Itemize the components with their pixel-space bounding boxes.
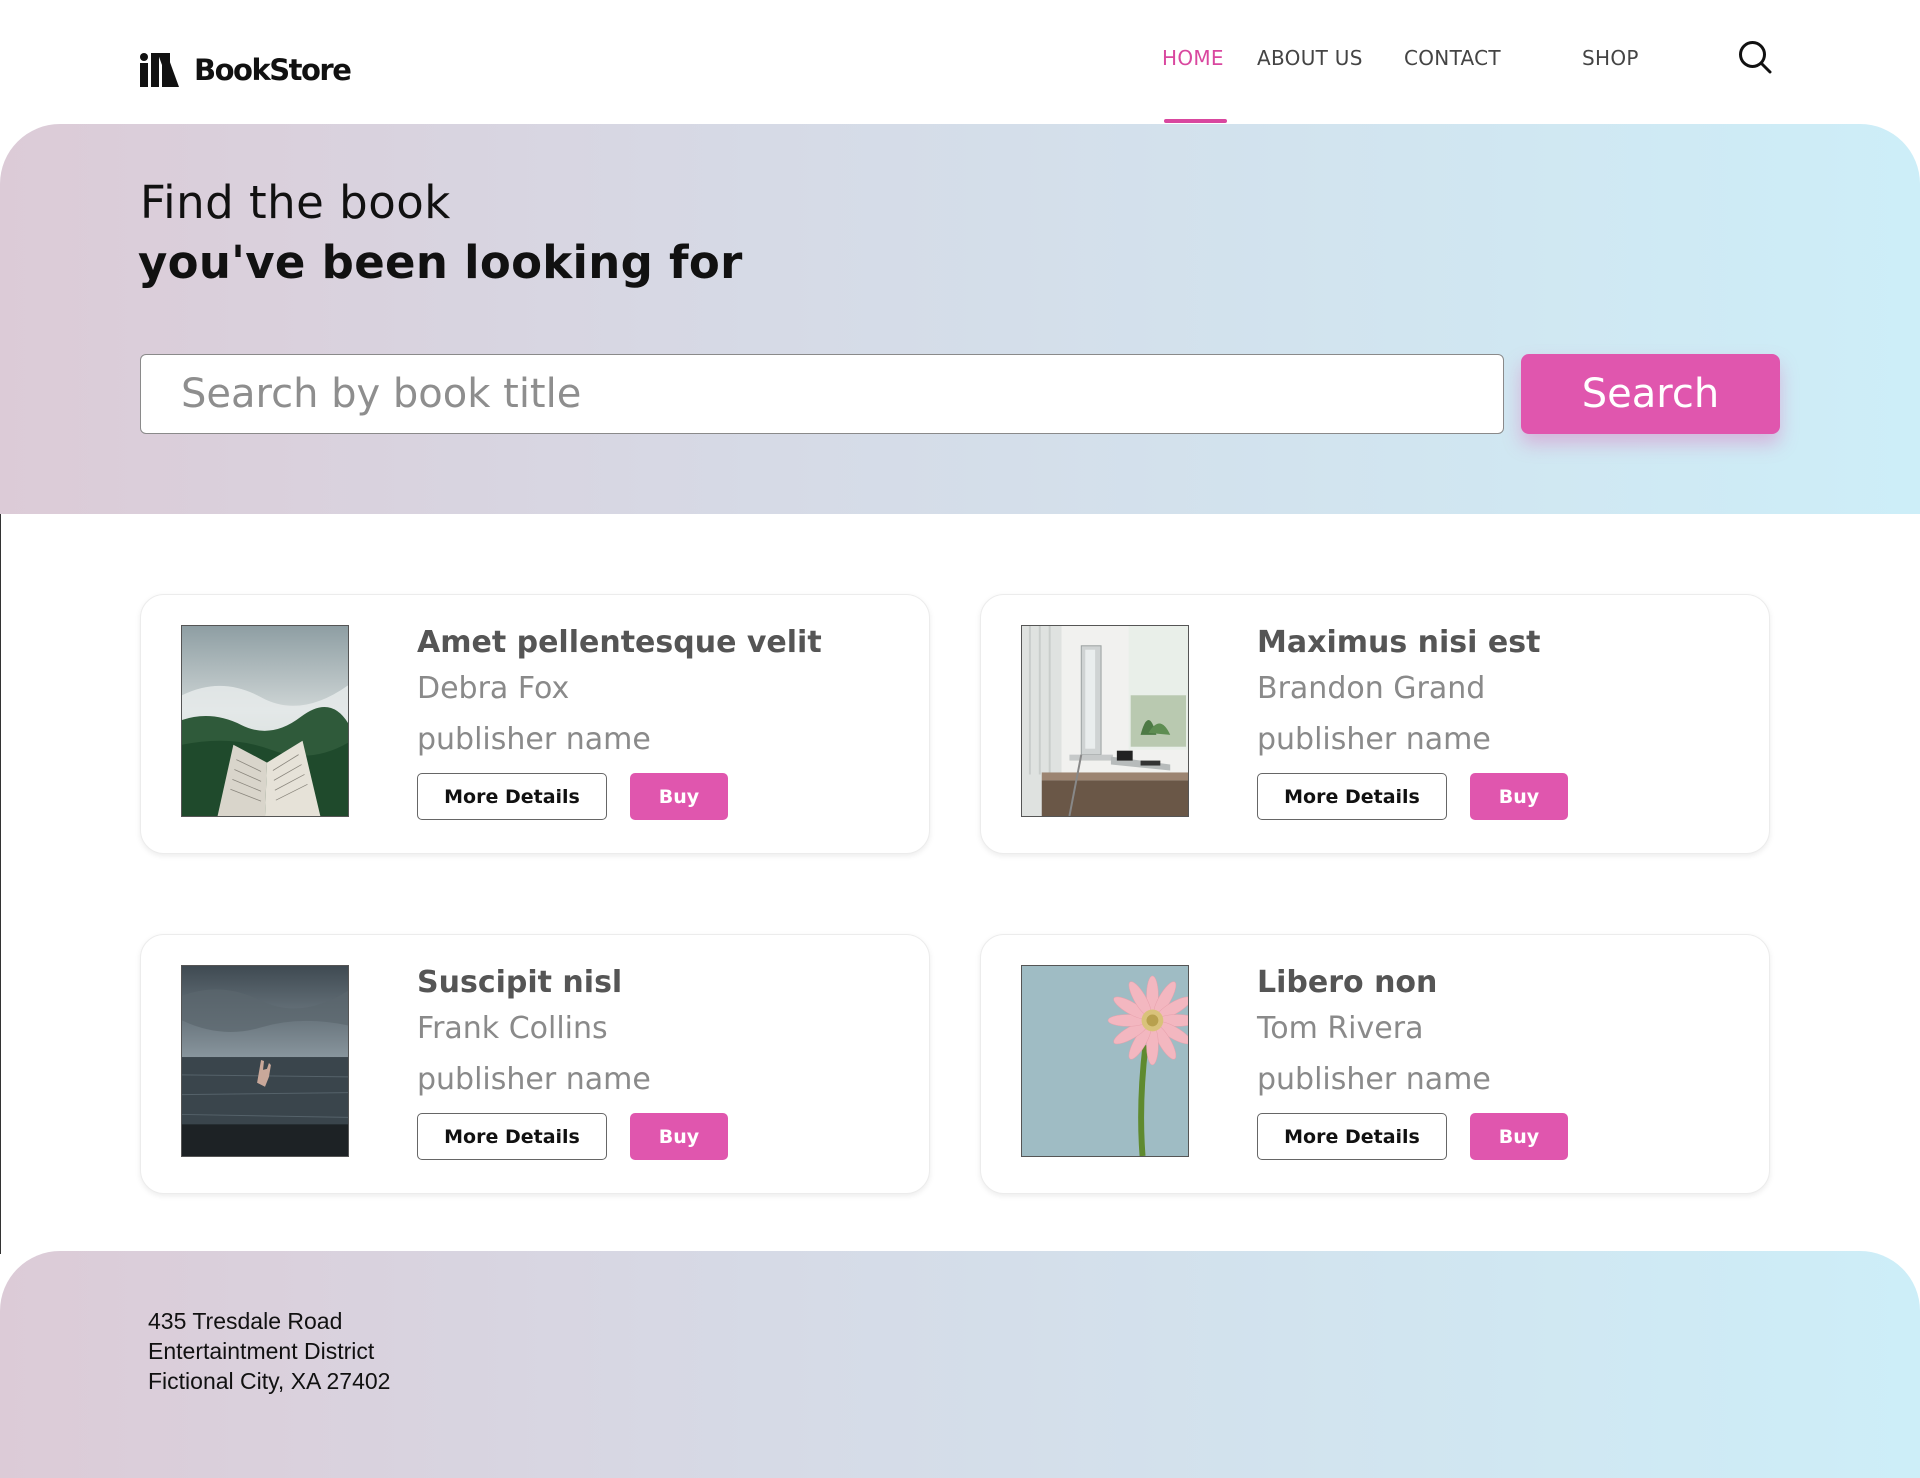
active-nav-indicator: [1164, 119, 1227, 123]
book-cover-image: [1021, 965, 1189, 1157]
more-details-button[interactable]: More Details: [417, 1113, 607, 1160]
book-card: Maximus nisi est Brandon Grand publisher…: [980, 594, 1770, 854]
book-card: Suscipit nisl Frank Collins publisher na…: [140, 934, 930, 1194]
buy-button[interactable]: Buy: [630, 773, 728, 820]
book-author: Debra Fox: [417, 671, 570, 706]
nav-shop[interactable]: SHOP: [1582, 46, 1639, 70]
buy-button[interactable]: Buy: [630, 1113, 728, 1160]
footer: 435 Tresdale Road Entertaintment Distric…: [0, 1251, 1920, 1478]
book-publisher: publisher name: [417, 1062, 651, 1097]
book-cover-image: [1021, 625, 1189, 817]
search-icon[interactable]: [1738, 40, 1772, 74]
book-author: Tom Rivera: [1257, 1011, 1424, 1046]
books-logo-icon: [138, 53, 188, 87]
hero-heading-line2: you've been looking for: [138, 236, 743, 289]
book-title[interactable]: Libero non: [1257, 965, 1437, 1000]
book-cover-image: [181, 625, 349, 817]
nav-about-us[interactable]: ABOUT US: [1257, 46, 1363, 70]
book-publisher: publisher name: [417, 722, 651, 757]
buy-button[interactable]: Buy: [1470, 1113, 1568, 1160]
brand-logo[interactable]: BookStore: [138, 52, 352, 88]
brand-name: BookStore: [194, 53, 352, 87]
footer-address-line: Entertaintment District: [148, 1338, 375, 1364]
book-card: Amet pellentesque velit Debra Fox publis…: [140, 594, 930, 854]
book-author: Brandon Grand: [1257, 671, 1486, 706]
more-details-button[interactable]: More Details: [1257, 773, 1447, 820]
hero-heading-line1: Find the book: [140, 176, 451, 229]
search-input[interactable]: [140, 354, 1504, 434]
book-author: Frank Collins: [417, 1011, 608, 1046]
book-publisher: publisher name: [1257, 1062, 1491, 1097]
page-border-line: [0, 514, 1, 1254]
book-title[interactable]: Amet pellentesque velit: [417, 625, 822, 660]
book-cover-image: [181, 965, 349, 1157]
book-title[interactable]: Suscipit nisl: [417, 965, 622, 1000]
more-details-button[interactable]: More Details: [417, 773, 607, 820]
nav-home[interactable]: HOME: [1162, 46, 1224, 70]
book-publisher: publisher name: [1257, 722, 1491, 757]
nav-contact[interactable]: CONTACT: [1404, 46, 1501, 70]
book-card: Libero non Tom Rivera publisher name Mor…: [980, 934, 1770, 1194]
book-title[interactable]: Maximus nisi est: [1257, 625, 1540, 660]
footer-address-line: Fictional City, XA 27402: [148, 1368, 391, 1394]
more-details-button[interactable]: More Details: [1257, 1113, 1447, 1160]
buy-button[interactable]: Buy: [1470, 773, 1568, 820]
footer-address-line: 435 Tresdale Road: [148, 1308, 343, 1334]
top-navigation: BookStore HOME ABOUT US CONTACT SHOP: [0, 0, 1920, 124]
search-button[interactable]: Search: [1521, 354, 1780, 434]
